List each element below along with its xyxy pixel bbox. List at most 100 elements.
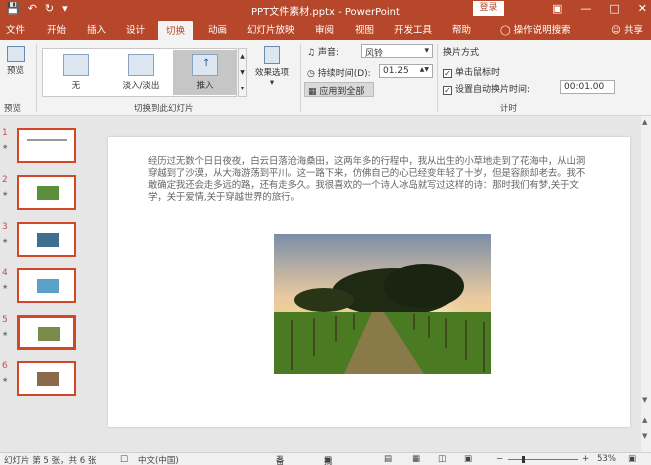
tab-review[interactable]: 审阅	[315, 22, 334, 36]
divider	[300, 44, 301, 112]
gallery-more-icon[interactable]: ▾	[239, 81, 246, 97]
language-indicator[interactable]: 中文(中国)	[138, 454, 179, 465]
slide-thumbnails-panel: 1 ★ 2 ★ 3 ★ 4 ★ 5 ★ 6 ★	[0, 116, 94, 452]
preview-button[interactable]: 预览	[3, 46, 28, 76]
slide-thumbnail-selected[interactable]: 5 ★	[0, 315, 94, 355]
transition-none[interactable]: 无	[44, 50, 108, 95]
minimize-icon[interactable]: —	[580, 2, 591, 15]
zoom-level[interactable]: 53%	[597, 454, 616, 464]
slide-thumbnail[interactable]: 1 ★	[0, 128, 94, 168]
landscape-image	[274, 234, 491, 374]
transition-star-icon: ★	[2, 376, 9, 384]
tab-developer[interactable]: 开发工具	[394, 22, 432, 36]
transition-star-icon: ★	[2, 283, 9, 291]
login-button[interactable]: 登录	[473, 1, 504, 16]
transition-none-icon	[63, 54, 89, 76]
tab-slideshow[interactable]: 幻灯片放映	[247, 22, 295, 36]
spellcheck-icon[interactable]: □	[120, 454, 128, 464]
tab-transitions[interactable]: 切换	[158, 21, 194, 40]
maximize-icon[interactable]: □	[609, 2, 619, 15]
thumb-image	[37, 233, 59, 247]
current-slide[interactable]: 经历过无数个日日夜夜，白云日落沧海桑田，这两年多的行程中，我从出生的小草地走到了…	[108, 137, 630, 427]
normal-view-icon[interactable]: ▤	[384, 454, 392, 464]
fit-to-window-icon[interactable]: ▣	[628, 454, 636, 464]
effect-options-button[interactable]: 效果选项 ▾	[250, 46, 294, 88]
scroll-up-icon[interactable]: ▲	[642, 118, 647, 126]
spinner-icon[interactable]: ▲▼	[420, 66, 429, 73]
lightbulb-icon: ◯	[500, 25, 511, 36]
gallery-scroll[interactable]: ▲ ▼ ▾	[238, 48, 247, 97]
transition-push-icon: ↑	[192, 54, 218, 76]
thumb-image	[37, 279, 59, 293]
share-button[interactable]: ☺ 共享	[611, 22, 643, 36]
duration-row: ◷ 持续时间(D):	[307, 69, 371, 79]
sound-select[interactable]: 风铃 ▾	[361, 44, 433, 59]
divider	[437, 44, 438, 112]
speaker-icon: ♫	[307, 48, 316, 58]
divider	[36, 44, 37, 112]
title-bar: 💾 ↶ ↻ ▾ PPT文件素材.pptx - PowerPoint 登录 ▣ —…	[0, 0, 651, 19]
after-checkbox[interactable]: ✓ 设置自动换片时间:	[443, 82, 530, 95]
next-slide-icon[interactable]: ▼	[642, 432, 647, 440]
tab-animations[interactable]: 动画	[208, 22, 227, 36]
clock-icon: ◷	[307, 69, 315, 79]
chevron-down-icon[interactable]: ▼	[239, 65, 246, 81]
transition-gallery: 无 淡入/淡出 ↑ 推入	[42, 48, 237, 97]
zoom-slider-thumb[interactable]	[522, 456, 525, 463]
vertical-scrollbar[interactable]: ▲ ▼ ▲ ▼	[641, 116, 651, 452]
transition-push[interactable]: ↑ 推入	[173, 50, 237, 95]
slideshow-icon[interactable]: ▣	[464, 454, 472, 464]
slide-thumbnail[interactable]: 4 ★	[0, 268, 94, 308]
chevron-down-icon: ▾	[269, 78, 275, 88]
tab-design[interactable]: 设计	[126, 22, 145, 36]
previous-slide-icon[interactable]: ▲	[642, 416, 647, 424]
on-click-checkbox[interactable]: ✓ 单击鼠标时	[443, 65, 500, 78]
reading-view-icon[interactable]: ◫	[438, 454, 446, 464]
duration-input[interactable]: 01.25 ▲▼	[379, 64, 433, 78]
person-icon: ☺	[611, 25, 621, 36]
chevron-down-icon: ▾	[424, 46, 429, 56]
slide-thumbnail[interactable]: 3 ★	[0, 222, 94, 262]
advance-label: 换片方式	[443, 48, 480, 58]
transition-star-icon: ★	[2, 237, 9, 245]
zoom-slider[interactable]	[508, 459, 578, 460]
zoom-out-icon[interactable]: −	[496, 454, 503, 464]
slide-thumbnail[interactable]: 2 ★	[0, 175, 94, 215]
thumb-image	[38, 327, 60, 341]
slide-paragraph[interactable]: 经历过无数个日日夜夜，白云日落沧海桑田，这两年多的行程中，我从出生的小草地走到了…	[148, 156, 593, 204]
thumb-image	[37, 372, 59, 386]
timing-group-label: 计时	[500, 104, 518, 114]
checkmark-icon: ✓	[443, 69, 452, 78]
scroll-down-icon[interactable]: ▼	[642, 396, 647, 404]
window-controls: ▣ — □ ✕	[552, 2, 647, 15]
preview-group-label: 预览	[4, 104, 22, 114]
slide-sorter-icon[interactable]: ▦	[412, 454, 420, 464]
tab-home[interactable]: 开始	[47, 22, 66, 36]
thumb-image	[37, 186, 59, 200]
transition-group-label: 切换到此幻灯片	[134, 104, 194, 114]
sound-row: ♫ 声音:	[307, 48, 339, 58]
tab-file[interactable]: 文件	[6, 22, 25, 36]
transition-star-icon: ★	[2, 330, 9, 338]
after-time-input[interactable]: 00:01.00	[560, 80, 615, 94]
transition-fade[interactable]: 淡入/淡出	[109, 50, 173, 95]
effect-options-icon	[264, 46, 280, 64]
landscape-photo[interactable]	[274, 234, 491, 374]
close-icon[interactable]: ✕	[638, 2, 647, 15]
ribbon-tabs: 文件 开始 插入 设计 切换 动画 幻灯片放映 审阅 视图 开发工具 帮助 ◯ …	[0, 19, 651, 40]
tab-help[interactable]: 帮助	[452, 22, 471, 36]
transition-star-icon: ★	[2, 190, 9, 198]
transition-star-icon: ★	[2, 143, 9, 151]
slide-thumbnail[interactable]: 6 ★	[0, 361, 94, 401]
zoom-in-icon[interactable]: +	[582, 454, 589, 464]
tab-insert[interactable]: 插入	[87, 22, 106, 36]
tell-me-search[interactable]: ◯ 操作说明搜索	[500, 22, 571, 36]
apply-to-all-button[interactable]: ▦ 应用到全部	[304, 82, 374, 97]
chevron-up-icon[interactable]: ▲	[239, 49, 246, 65]
tab-view[interactable]: 视图	[355, 22, 374, 36]
status-bar: 幻灯片 第 5 张，共 6 张 □ 中文(中国) ☰ 备注 ▣ 批注 ▤ ▦ ◫…	[0, 452, 651, 465]
preview-icon	[6, 46, 25, 62]
ribbon: 预览 预览 无 淡入/淡出 ↑ 推入 ▲ ▼ ▾ 效果选项 ▾ 切换到此幻灯片 …	[0, 40, 651, 116]
transition-fade-icon	[128, 54, 154, 76]
ribbon-display-icon[interactable]: ▣	[552, 2, 562, 15]
